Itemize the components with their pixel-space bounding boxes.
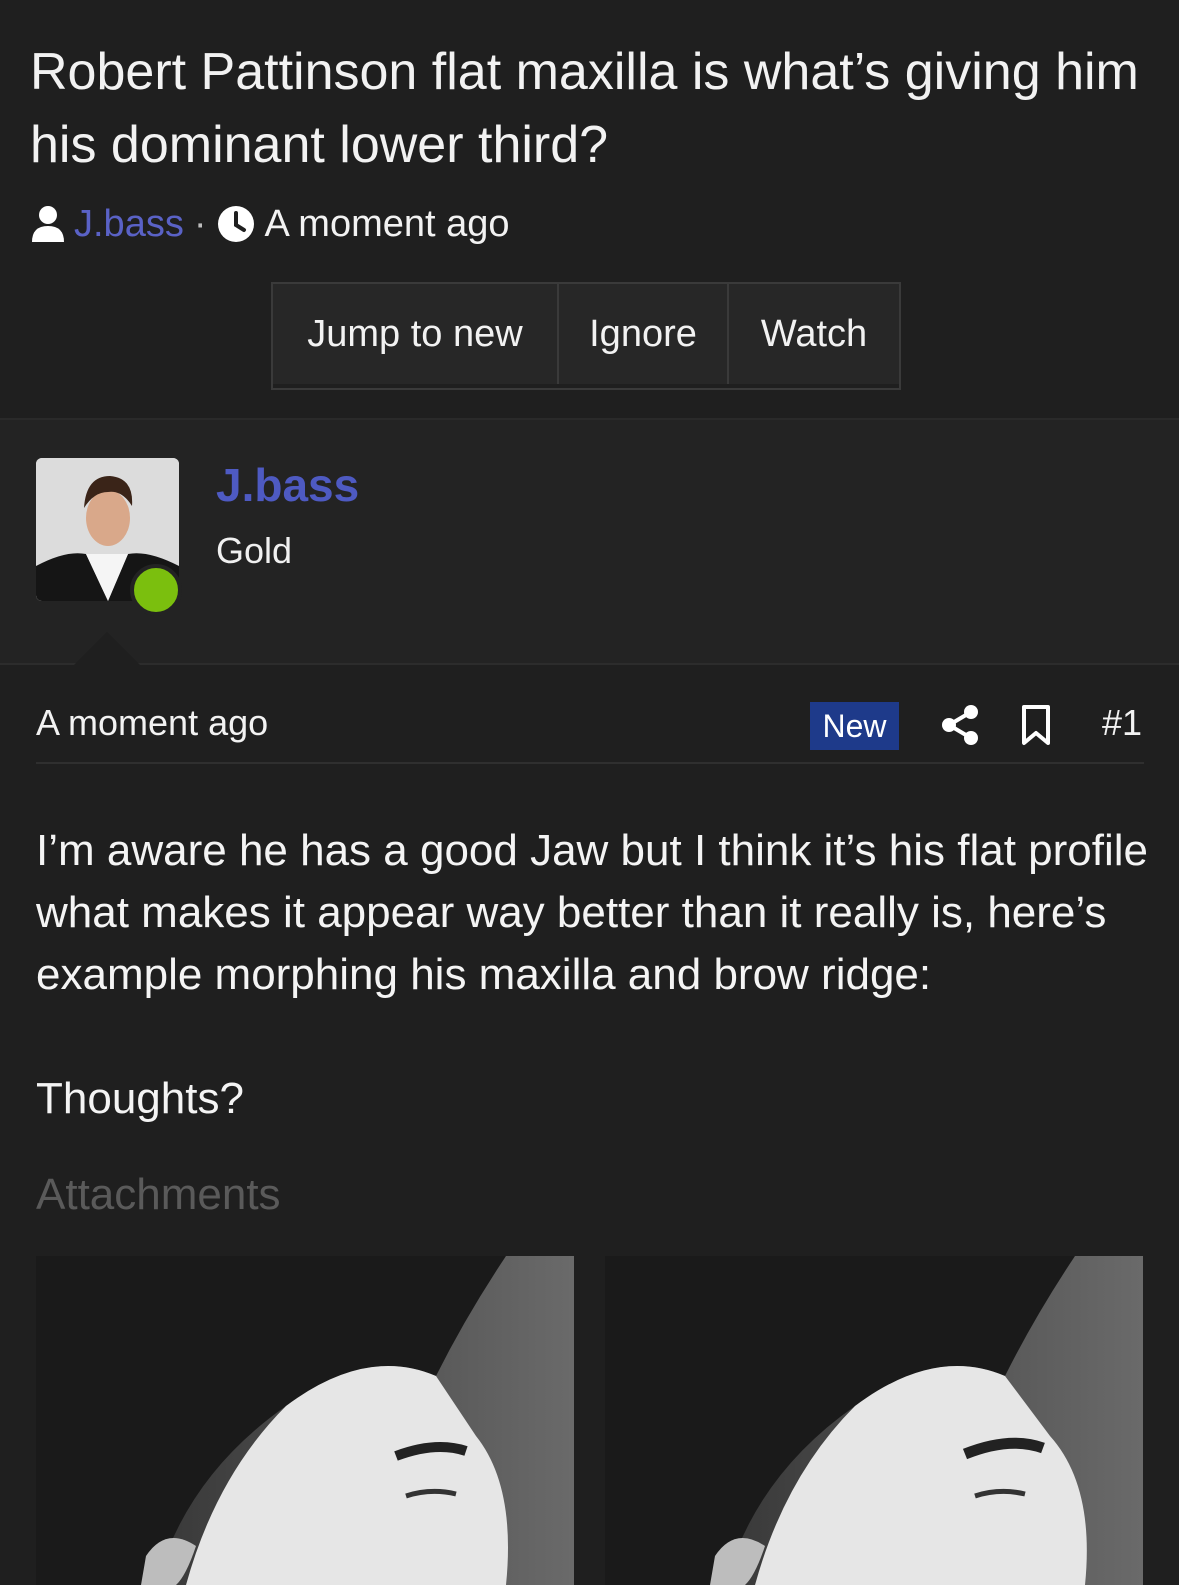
- ignore-button[interactable]: Ignore: [559, 284, 729, 384]
- thread-meta: J.bass · A moment ago: [30, 200, 510, 248]
- bookmark-icon[interactable]: [1021, 704, 1051, 746]
- post-body: I’m aware he has a good Jaw but I think …: [36, 820, 1151, 1130]
- post-meta-bar: A moment ago New #1: [36, 690, 1144, 764]
- post-number[interactable]: #1: [1102, 702, 1142, 744]
- thread-time: A moment ago: [264, 202, 510, 245]
- attachments-label: Attachments: [36, 1170, 281, 1219]
- profile-photo-morphed: [605, 1256, 1143, 1585]
- message-pointer: [74, 632, 140, 665]
- thread-actions: Jump to new Ignore Watch: [271, 282, 901, 390]
- attachment-thumbnail[interactable]: [36, 1256, 574, 1585]
- post-text: I’m aware he has a good Jaw but I think …: [36, 826, 1148, 999]
- watch-button[interactable]: Watch: [729, 284, 899, 384]
- share-icon[interactable]: [940, 704, 980, 746]
- post-time[interactable]: A moment ago: [36, 702, 268, 744]
- jump-to-new-button[interactable]: Jump to new: [273, 284, 559, 384]
- thread-header: Robert Pattinson flat maxilla is what’s …: [0, 0, 1179, 420]
- attachment-thumbnail[interactable]: [605, 1256, 1143, 1585]
- clock-icon: [218, 206, 255, 242]
- new-badge: New: [810, 702, 899, 750]
- user-icon: [32, 206, 64, 242]
- meta-separator: ·: [193, 202, 207, 245]
- profile-photo-original: [36, 1256, 574, 1585]
- post-text-question: Thoughts?: [36, 1074, 244, 1123]
- thread-author-link[interactable]: J.bass: [74, 203, 184, 246]
- thread-title: Robert Pattinson flat maxilla is what’s …: [30, 43, 1139, 174]
- post-author-name[interactable]: J.bass: [216, 458, 359, 512]
- user-title: Gold: [216, 530, 293, 571]
- online-status-indicator: [130, 564, 182, 616]
- post-user-block: J.bass Gold: [0, 420, 1179, 665]
